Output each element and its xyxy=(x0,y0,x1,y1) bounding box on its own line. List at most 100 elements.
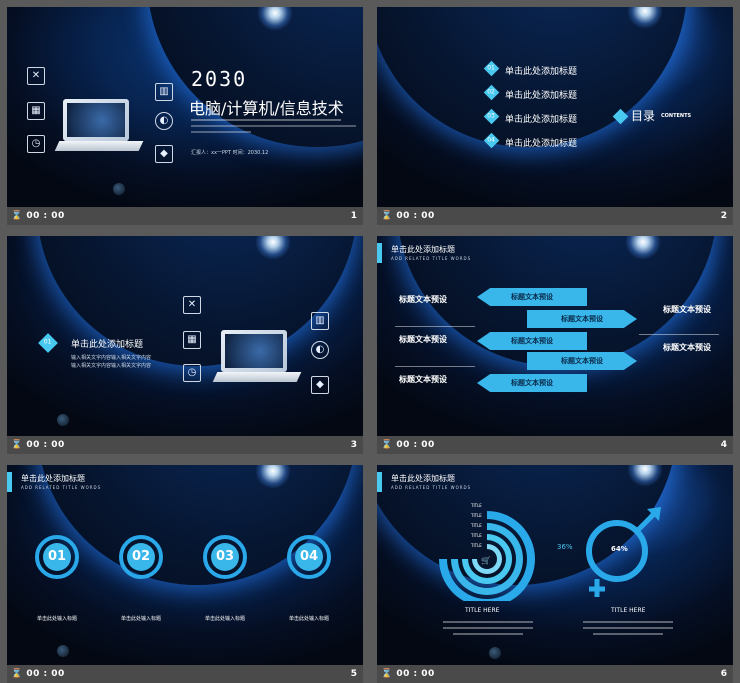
ring-label: TITLE xyxy=(471,503,482,508)
section-line: 输入相关文字内容 xyxy=(71,363,112,369)
percent-right: 64% xyxy=(611,545,628,553)
slide-subheader: ADD RELATED TITLE WORDS xyxy=(391,256,472,261)
edit-icon: ◐ xyxy=(155,112,173,130)
calendar-icon: ▦ xyxy=(183,331,201,349)
tools-icon: ✕ xyxy=(183,296,201,314)
divider xyxy=(395,326,475,327)
slide-status-bar: ⌛ 00 : 00 3 xyxy=(7,436,363,454)
ring-label: TITLE xyxy=(471,533,482,538)
ring-label: TITLE xyxy=(471,523,482,528)
slide-status-bar: ⌛ 00 : 00 4 xyxy=(377,436,733,454)
body-placeholder xyxy=(583,627,673,629)
slide-number: 1 xyxy=(350,211,357,221)
clock-icon: ◷ xyxy=(27,135,45,153)
toc-subtitle: CONTENTS xyxy=(661,113,692,119)
step-ring: 04 xyxy=(287,535,331,579)
timing-label: ⌛ 00 : 00 xyxy=(11,440,65,450)
step-ring: 01 xyxy=(35,535,79,579)
slide-status-bar: ⌛ 00 : 00 1 xyxy=(7,207,363,225)
chart-icon: ▥ xyxy=(311,312,329,330)
slide-thumbnail-6[interactable]: 单击此处添加标题 ADD RELATED TITLE WORDS 🛒 TITLE… xyxy=(377,465,733,683)
main-title: 电脑/计算机/信息技术 xyxy=(189,99,344,118)
body-placeholder xyxy=(593,633,663,635)
arrow-left: 标题文本预设 xyxy=(477,374,587,392)
body-placeholder xyxy=(443,627,533,629)
timing-label: ⌛ 00 : 00 xyxy=(11,669,65,679)
calendar-icon: ▦ xyxy=(27,102,45,120)
slide-4-canvas: 单击此处添加标题 ADD RELATED TITLE WORDS 标题文本预设 … xyxy=(377,236,733,436)
slide-3-canvas: 01 单击此处添加标题 输入相关文字内容 输入相关文字内容 输入相关文字内容 输… xyxy=(7,236,363,436)
left-title: 标题文本预设 xyxy=(399,335,447,344)
slide-thumbnail-1[interactable]: ✕ ▦ ◷ ▥ ◐ ◆ 2030 电脑/计算机/信息技术 汇报人：xx一PPT … xyxy=(7,7,363,225)
step-ring: 02 xyxy=(119,535,163,579)
header-accent-bar xyxy=(377,243,382,263)
slide-header: 单击此处添加标题 xyxy=(391,245,455,254)
slide-number: 4 xyxy=(720,440,727,450)
timing-label: ⌛ 00 : 00 xyxy=(381,440,435,450)
section-line: 输入相关文字内容 xyxy=(111,363,152,369)
subtitle-placeholder xyxy=(191,119,341,121)
slide-thumbnail-3[interactable]: 01 单击此处添加标题 输入相关文字内容 输入相关文字内容 输入相关文字内容 输… xyxy=(7,236,363,454)
radial-bar-chart: 🛒 xyxy=(439,511,535,601)
slide-header: 单击此处添加标题 xyxy=(21,474,85,483)
tag-icon: ◆ xyxy=(155,145,173,163)
step-caption: 单击此处输入标题 xyxy=(121,616,162,622)
slide-5-canvas: 单击此处添加标题 ADD RELATED TITLE WORDS 01 02 0… xyxy=(7,465,363,665)
clock-icon: ◷ xyxy=(183,364,201,382)
heading-right: TITLE HERE xyxy=(611,607,646,614)
toc-item: 单击此处添加标题 xyxy=(505,67,578,77)
timing-label: ⌛ 00 : 00 xyxy=(11,211,65,221)
timing-label: ⌛ 00 : 00 xyxy=(381,211,435,221)
slide-thumbnail-5[interactable]: 单击此处添加标题 ADD RELATED TITLE WORDS 01 02 0… xyxy=(7,465,363,683)
percent-left: 36% xyxy=(557,543,573,551)
toc-title: 目录 xyxy=(631,109,656,123)
moon-graphic xyxy=(489,647,501,659)
slide-subheader: ADD RELATED TITLE WORDS xyxy=(391,485,472,490)
left-title: 标题文本预设 xyxy=(399,375,447,384)
chart-icon: ▥ xyxy=(155,83,173,101)
slide-number: 3 xyxy=(350,440,357,450)
subtitle-placeholder xyxy=(191,131,251,133)
left-title: 标题文本预设 xyxy=(399,295,447,304)
slide-subheader: ADD RELATED TITLE WORDS xyxy=(21,485,102,490)
right-title: 标题文本预设 xyxy=(663,343,711,352)
header-accent-bar xyxy=(377,472,382,492)
slide-thumbnail-4[interactable]: 单击此处添加标题 ADD RELATED TITLE WORDS 标题文本预设 … xyxy=(377,236,733,454)
byline: 汇报人：xx一PPT 时间：2030.12 xyxy=(191,150,269,156)
right-title: 标题文本预设 xyxy=(663,305,711,314)
tools-icon: ✕ xyxy=(27,67,45,85)
slide-number: 6 xyxy=(720,669,727,679)
body-placeholder xyxy=(583,621,673,623)
step-caption: 单击此处输入标题 xyxy=(289,616,330,622)
slide-number: 5 xyxy=(350,669,357,679)
divider xyxy=(395,366,475,367)
heading-left: TITLE HERE xyxy=(465,607,500,614)
step-caption: 单击此处输入标题 xyxy=(37,616,78,622)
slide-status-bar: ⌛ 00 : 00 2 xyxy=(377,207,733,225)
toc-item: 单击此处添加标题 xyxy=(505,91,578,101)
moon-graphic xyxy=(113,183,125,195)
slide-header: 单击此处添加标题 xyxy=(391,474,455,483)
section-title: 单击此处添加标题 xyxy=(71,340,144,350)
timing-label: ⌛ 00 : 00 xyxy=(381,669,435,679)
header-accent-bar xyxy=(7,472,12,492)
slide-status-bar: ⌛ 00 : 00 5 xyxy=(7,665,363,683)
edit-icon: ◐ xyxy=(311,341,329,359)
section-diamond: 01 xyxy=(38,333,58,353)
toc-item: 单击此处添加标题 xyxy=(505,139,578,149)
arrow-left: 标题文本预设 xyxy=(477,332,587,350)
slide-1-canvas: ✕ ▦ ◷ ▥ ◐ ◆ 2030 电脑/计算机/信息技术 汇报人：xx一PPT … xyxy=(7,7,363,207)
arrow-right: 标题文本预设 xyxy=(527,310,637,328)
step-ring: 03 xyxy=(203,535,247,579)
toc-item: 单击此处添加标题 xyxy=(505,115,578,125)
slide-status-bar: ⌛ 00 : 00 6 xyxy=(377,665,733,683)
moon-graphic xyxy=(57,645,69,657)
step-caption: 单击此处输入标题 xyxy=(205,616,246,622)
ring-label: TITLE xyxy=(471,543,482,548)
subtitle-placeholder xyxy=(191,125,356,127)
section-line: 输入相关文字内容 xyxy=(111,355,152,361)
body-placeholder xyxy=(443,621,533,623)
slide-thumbnail-2[interactable]: 01 02 03 04 单击此处添加标题 单击此处添加标题 单击此处添加标题 单… xyxy=(377,7,733,225)
slide-2-canvas: 01 02 03 04 单击此处添加标题 单击此处添加标题 单击此处添加标题 单… xyxy=(377,7,733,207)
section-line: 输入相关文字内容 xyxy=(71,355,112,361)
